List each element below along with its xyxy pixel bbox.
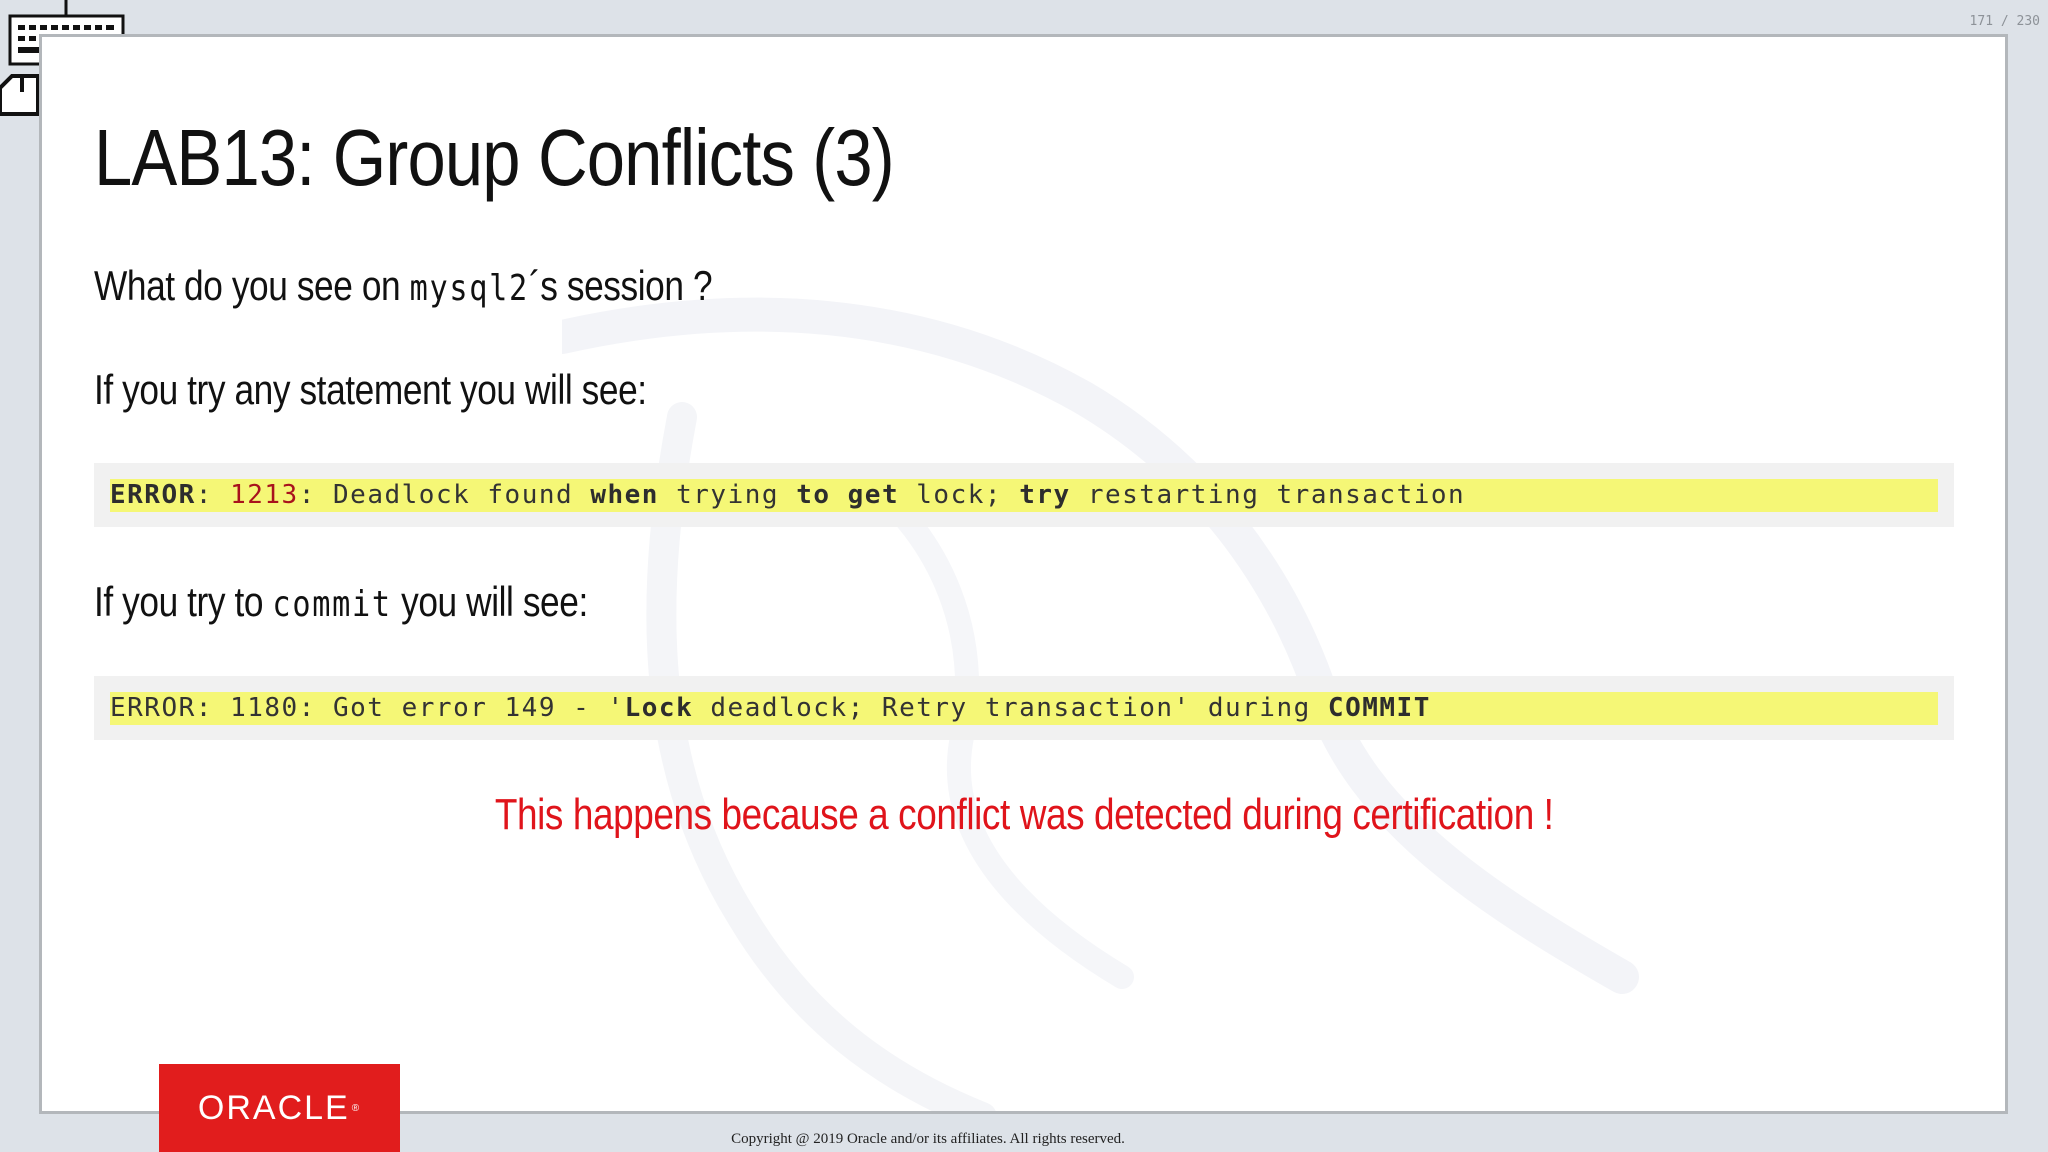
copyright-notice: Copyright @ 2019 Oracle and/or its affil… (731, 1131, 1125, 1147)
commit-line: If you try to commit you will see: (94, 578, 588, 625)
session-name-code: mysql2 (409, 268, 529, 309)
commit-code: commit (272, 584, 392, 625)
page-counter: 171 / 230 (1969, 14, 2040, 29)
certification-alert: This happens because a conflict was dete… (494, 790, 1554, 839)
commit-error-codeblock: ERROR: 1180: Got error 149 - 'Lock deadl… (94, 676, 1954, 740)
slide-title: LAB13: Group Conflicts (3) (94, 113, 895, 202)
question-line: What do you see on mysql2´s session ? (94, 262, 713, 309)
statement-line: If you try any statement you will see: (94, 366, 647, 413)
deadlock-error-codeblock: ERROR: 1213: Deadlock found when trying … (94, 463, 1954, 527)
